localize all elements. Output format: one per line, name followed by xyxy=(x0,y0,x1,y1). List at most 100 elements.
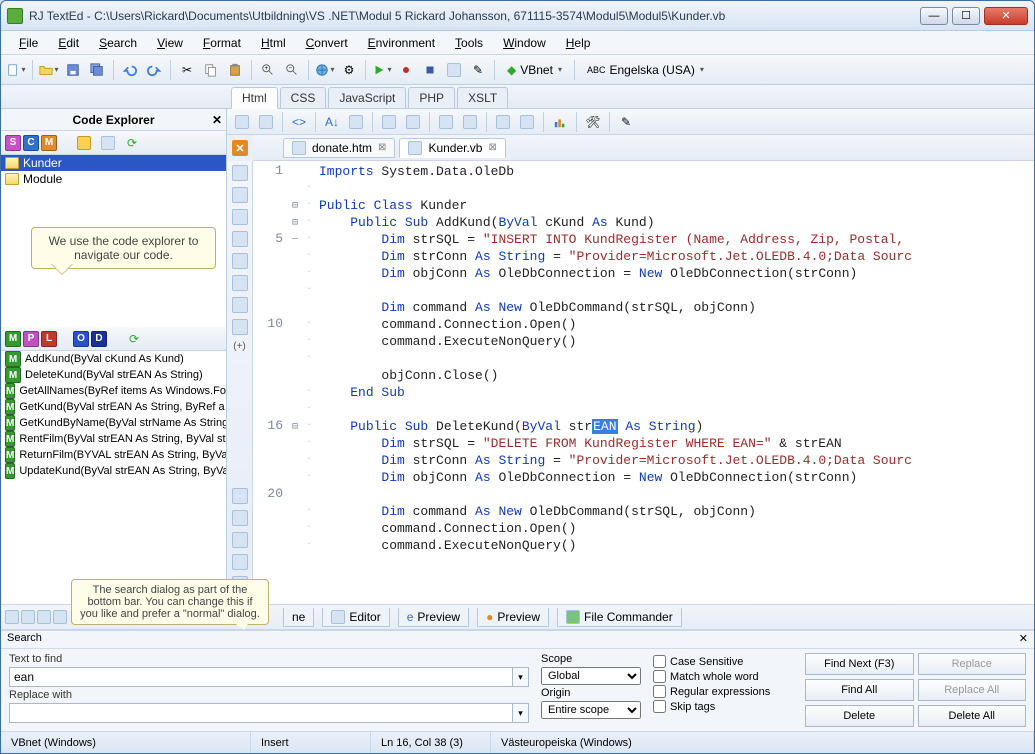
lang-tab-php[interactable]: PHP xyxy=(408,87,455,108)
etb-list2-icon[interactable] xyxy=(459,111,481,133)
globe-icon[interactable]: ▾ xyxy=(314,59,336,81)
etb-outdent-icon[interactable] xyxy=(402,111,424,133)
vs-ico-1[interactable] xyxy=(232,165,248,181)
delete-all-button[interactable]: Delete All xyxy=(918,705,1027,727)
vs-ico-5[interactable] xyxy=(232,253,248,269)
explorer-action2-icon[interactable] xyxy=(97,132,119,154)
lang-tab-html[interactable]: Html xyxy=(231,87,278,109)
filter-o-icon[interactable]: O xyxy=(73,331,89,347)
tab-close-icon[interactable]: ⊠ xyxy=(378,142,386,153)
etb-list-icon[interactable] xyxy=(435,111,457,133)
vs-ico-b1[interactable] xyxy=(232,488,248,504)
method-item[interactable]: MGetKund(ByVal strEAN As String, ByRef a xyxy=(1,399,226,415)
find-all-button[interactable]: Find All xyxy=(805,679,914,701)
skip-tags-checkbox[interactable] xyxy=(653,700,666,713)
bottom-tab-preview-ff[interactable]: ●Preview xyxy=(477,608,549,627)
method-item[interactable]: MRentFilm(ByVal strEAN As String, ByVal … xyxy=(1,431,226,447)
filter-m-icon[interactable]: M xyxy=(41,135,57,151)
etb-1[interactable] xyxy=(231,111,253,133)
etb-sort2-icon[interactable] xyxy=(345,111,367,133)
lang-tab-javascript[interactable]: JavaScript xyxy=(328,87,406,108)
filter-s-icon[interactable]: S xyxy=(5,135,21,151)
find-next-button[interactable]: Find Next (F3) xyxy=(805,653,914,675)
bottom-tab-preview-ie[interactable]: ePreview xyxy=(398,608,469,627)
menu-tools[interactable]: Tools xyxy=(447,34,491,52)
vs-ico-6[interactable] xyxy=(232,275,248,291)
replace-all-button[interactable]: Replace All xyxy=(918,679,1027,701)
locale-dropdown[interactable]: ABCEngelska (USA)▾ xyxy=(580,59,711,81)
method-item[interactable]: MAddKund(ByVal cKund As Kund) xyxy=(1,351,226,367)
regex-checkbox[interactable] xyxy=(653,685,666,698)
menu-html[interactable]: Html xyxy=(253,34,294,52)
bottom-tab-ne[interactable]: ne xyxy=(283,608,314,627)
etb-tools-icon[interactable]: 🛠 xyxy=(582,111,604,133)
origin-select[interactable]: Entire scope xyxy=(541,701,641,719)
case-sensitive-checkbox[interactable] xyxy=(653,655,666,668)
etb-tag-icon[interactable]: <> xyxy=(288,111,310,133)
stop-icon[interactable] xyxy=(419,59,441,81)
titlebar[interactable]: RJ TextEd - C:\Users\Rickard\Documents\U… xyxy=(1,1,1034,31)
script-icon[interactable] xyxy=(443,59,465,81)
refresh-icon[interactable]: ⟳ xyxy=(121,132,143,154)
menu-file[interactable]: File xyxy=(11,34,46,52)
undo-icon[interactable] xyxy=(119,59,141,81)
filter-m2-icon[interactable]: M xyxy=(5,331,21,347)
vs-ico-3[interactable] xyxy=(232,209,248,225)
zoom-out-icon[interactable]: − xyxy=(281,59,303,81)
menu-edit[interactable]: Edit xyxy=(50,34,87,52)
etb-sort-icon[interactable]: A↓ xyxy=(321,111,343,133)
bt-num-1[interactable] xyxy=(5,610,19,624)
method-item[interactable]: MDeleteKund(ByVal strEAN As String) xyxy=(1,367,226,383)
vs-ico-b2[interactable] xyxy=(232,510,248,526)
maximize-button[interactable]: ☐ xyxy=(952,7,980,25)
filter-d-icon[interactable]: D xyxy=(91,331,107,347)
tree-item[interactable]: Kunder xyxy=(1,155,226,171)
method-item[interactable]: MGetAllNames(ByRef items As Windows.Fo xyxy=(1,383,226,399)
method-item[interactable]: MUpdateKund(ByVal strEAN As String, ByVa xyxy=(1,463,226,479)
minimize-button[interactable]: — xyxy=(920,7,948,25)
lang-tab-xslt[interactable]: XSLT xyxy=(457,87,508,108)
gears-icon[interactable]: ⚙ xyxy=(338,59,360,81)
bt-num-4[interactable] xyxy=(53,610,67,624)
vs-ico-b3[interactable] xyxy=(232,532,248,548)
bt-num-2[interactable] xyxy=(21,610,35,624)
save-all-icon[interactable] xyxy=(86,59,108,81)
lang-tab-css[interactable]: CSS xyxy=(280,87,327,108)
code-area[interactable]: Imports System.Data.OleDb Public Class K… xyxy=(315,161,1034,604)
open-folder-icon[interactable]: ▾ xyxy=(38,59,60,81)
delete-button[interactable]: Delete xyxy=(805,705,914,727)
copy-icon[interactable] xyxy=(200,59,222,81)
vs-ico-8[interactable] xyxy=(232,319,248,335)
vs-ico-7[interactable] xyxy=(232,297,248,313)
method-item[interactable]: MReturnFilm(BYVAL strEAN As String, ByVa… xyxy=(1,447,226,463)
redo-icon[interactable] xyxy=(143,59,165,81)
explorer-tree[interactable]: KunderModule xyxy=(1,155,226,187)
vs-ico-2[interactable] xyxy=(232,187,248,203)
text-to-find-input[interactable] xyxy=(9,667,513,687)
replace-button[interactable]: Replace xyxy=(918,653,1027,675)
close-button[interactable]: ✕ xyxy=(984,7,1028,25)
scope-select[interactable]: Global xyxy=(541,667,641,685)
explorer-action1-icon[interactable] xyxy=(73,132,95,154)
etb-indent-icon[interactable] xyxy=(378,111,400,133)
tab-close-all-icon[interactable]: ✕ xyxy=(232,140,248,156)
record-icon[interactable] xyxy=(395,59,417,81)
fold-column[interactable]: ⊟⊟—⊟ xyxy=(287,161,303,604)
menu-help[interactable]: Help xyxy=(558,34,599,52)
bt-num-3[interactable] xyxy=(37,610,51,624)
vs-brace-icon[interactable]: (+) xyxy=(233,341,246,352)
paste-icon[interactable] xyxy=(224,59,246,81)
menu-search[interactable]: Search xyxy=(91,34,145,52)
etb-edit-icon[interactable]: ✎ xyxy=(615,111,637,133)
match-whole-checkbox[interactable] xyxy=(653,670,666,683)
code-editor[interactable]: 15101620 ⊟⊟—⊟ ................... Import… xyxy=(253,161,1034,604)
cut-icon[interactable]: ✂ xyxy=(176,59,198,81)
etb-chart-icon[interactable] xyxy=(549,111,571,133)
refresh2-icon[interactable]: ⟳ xyxy=(123,328,145,350)
etb-col2-icon[interactable] xyxy=(516,111,538,133)
replace-history-dropdown[interactable]: ▾ xyxy=(513,703,529,723)
vs-ico-b4[interactable] xyxy=(232,554,248,570)
zoom-in-icon[interactable]: + xyxy=(257,59,279,81)
vs-ico-4[interactable] xyxy=(232,231,248,247)
method-list[interactable]: MAddKund(ByVal cKund As Kund)MDeleteKund… xyxy=(1,351,226,604)
